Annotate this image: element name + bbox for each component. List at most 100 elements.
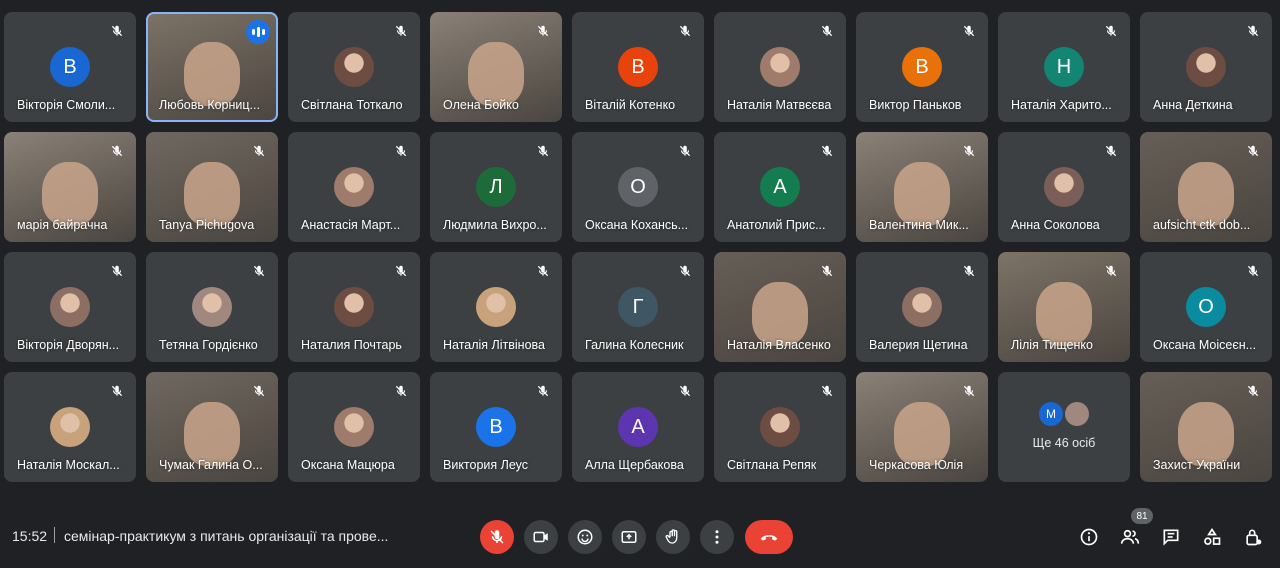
participant-tile[interactable]: Наталія Літвінова bbox=[430, 252, 562, 362]
video-feed bbox=[468, 42, 524, 106]
video-feed bbox=[42, 162, 98, 226]
host-controls-button[interactable] bbox=[1240, 524, 1266, 550]
participant-tile[interactable]: В Вікторія Смоли... bbox=[4, 12, 136, 122]
reactions-button[interactable] bbox=[568, 520, 602, 554]
participant-tile[interactable]: Наталія Москал... bbox=[4, 372, 136, 482]
chat-button[interactable] bbox=[1158, 524, 1184, 550]
participant-tile[interactable]: aufsicht ctk dob... bbox=[1140, 132, 1272, 242]
video-feed bbox=[184, 162, 240, 226]
speaking-indicator-icon bbox=[246, 20, 270, 44]
participant-name: Наталія Літвінова bbox=[443, 338, 545, 352]
participant-name: Наталия Почтарь bbox=[301, 338, 402, 352]
participant-tile[interactable]: Г Галина Колесник bbox=[572, 252, 704, 362]
mic-off-icon bbox=[1102, 22, 1120, 40]
video-feed bbox=[894, 162, 950, 226]
participant-tile[interactable]: Лілія Тищенко bbox=[998, 252, 1130, 362]
participant-tile[interactable]: Чумак Галина О... bbox=[146, 372, 278, 482]
participant-tile[interactable]: Анна Соколова bbox=[998, 132, 1130, 242]
activities-icon bbox=[1204, 527, 1221, 545]
avatar bbox=[760, 47, 800, 87]
mic-off-icon bbox=[392, 262, 410, 280]
participant-name: Наталія Матвєєва bbox=[727, 98, 832, 112]
mic-off-icon bbox=[250, 142, 268, 160]
more-participants: М Ще 46 осіб bbox=[998, 402, 1130, 450]
participant-name: Оксана Кохансь... bbox=[585, 218, 689, 232]
raise-hand-button[interactable] bbox=[656, 520, 690, 554]
mic-off-icon bbox=[490, 530, 504, 544]
participant-tile[interactable]: Валентина Мик... bbox=[856, 132, 988, 242]
participant-tile[interactable]: В Виктор Паньков bbox=[856, 12, 988, 122]
participant-tile[interactable]: А Анатолий Прис... bbox=[714, 132, 846, 242]
avatar: Н bbox=[1044, 47, 1084, 87]
participant-tile[interactable]: Валерия Щетина bbox=[856, 252, 988, 362]
participant-tile[interactable]: Наталія Власенко bbox=[714, 252, 846, 362]
participant-tile[interactable]: Черкасова Юлія bbox=[856, 372, 988, 482]
participant-tile[interactable]: Олена Бойко bbox=[430, 12, 562, 122]
avatar: Г bbox=[618, 287, 658, 327]
mic-off-icon bbox=[818, 262, 836, 280]
participant-tile[interactable]: Наталия Почтарь bbox=[288, 252, 420, 362]
mic-off-icon bbox=[392, 142, 410, 160]
participant-tile[interactable]: Оксана Мацюра bbox=[288, 372, 420, 482]
participant-tile[interactable]: Захист України bbox=[1140, 372, 1272, 482]
mic-toggle-button[interactable] bbox=[480, 520, 514, 554]
avatar: В bbox=[618, 47, 658, 87]
mic-off-icon bbox=[1102, 262, 1120, 280]
video-feed bbox=[1178, 162, 1234, 226]
mic-off-icon bbox=[676, 262, 694, 280]
mic-off-icon bbox=[1244, 22, 1262, 40]
participant-name: Алла Щербакова bbox=[585, 458, 684, 472]
participant-name: Черкасова Юлія bbox=[869, 458, 964, 472]
participant-tile[interactable]: Н Наталія Харито... bbox=[998, 12, 1130, 122]
participant-tile[interactable]: Світлана Репяк bbox=[714, 372, 846, 482]
participant-tile[interactable]: Л Людмила Вихро... bbox=[430, 132, 562, 242]
participant-name: Валентина Мик... bbox=[869, 218, 969, 232]
participant-name: Оксана Моісеєн... bbox=[1153, 338, 1257, 352]
activities-button[interactable] bbox=[1199, 524, 1225, 550]
mic-off-icon bbox=[960, 262, 978, 280]
mic-off-icon bbox=[108, 262, 126, 280]
people-button[interactable] bbox=[1117, 524, 1143, 550]
people-icon bbox=[1120, 529, 1140, 544]
mic-off-icon bbox=[534, 262, 552, 280]
avatar bbox=[902, 287, 942, 327]
participant-name: Виктор Паньков bbox=[869, 98, 962, 112]
participant-tile[interactable]: В Виктория Леус bbox=[430, 372, 562, 482]
participant-tile[interactable]: Любовь Корниц... bbox=[146, 12, 278, 122]
participant-tile[interactable]: Анна Деткина bbox=[1140, 12, 1272, 122]
participant-tile[interactable]: О Оксана Моісеєн... bbox=[1140, 252, 1272, 362]
present-button[interactable] bbox=[612, 520, 646, 554]
camera-toggle-button[interactable] bbox=[524, 520, 558, 554]
participant-tile[interactable]: В Віталій Котенко bbox=[572, 12, 704, 122]
mic-off-icon bbox=[676, 142, 694, 160]
participant-tile[interactable]: О Оксана Кохансь... bbox=[572, 132, 704, 242]
avatar: О bbox=[1186, 287, 1226, 327]
mic-off-icon bbox=[676, 382, 694, 400]
avatar: В bbox=[50, 47, 90, 87]
participant-tile[interactable]: марія байрачна bbox=[4, 132, 136, 242]
mic-off-icon bbox=[818, 142, 836, 160]
participant-tile[interactable]: Tanya Pichugova bbox=[146, 132, 278, 242]
more-participants-tile[interactable]: М Ще 46 осіб bbox=[998, 372, 1130, 482]
avatar bbox=[334, 287, 374, 327]
avatar: В bbox=[476, 407, 516, 447]
participant-tile[interactable]: Вікторія Дворян... bbox=[4, 252, 136, 362]
more-options-button[interactable] bbox=[700, 520, 734, 554]
mic-off-icon bbox=[108, 142, 126, 160]
divider bbox=[54, 527, 55, 543]
participant-tile[interactable]: Тетяна Гордієнко bbox=[146, 252, 278, 362]
mic-off-icon bbox=[392, 382, 410, 400]
leave-call-button[interactable] bbox=[745, 520, 793, 554]
mic-off-icon bbox=[1102, 142, 1120, 160]
participant-name: Світлана Репяк bbox=[727, 458, 817, 472]
mic-off-icon bbox=[1244, 382, 1262, 400]
avatar bbox=[476, 287, 516, 327]
participant-tile[interactable]: Світлана Тоткало bbox=[288, 12, 420, 122]
participant-name: Світлана Тоткало bbox=[301, 98, 403, 112]
raise-hand-icon bbox=[665, 529, 678, 544]
meeting-details-button[interactable] bbox=[1076, 524, 1102, 550]
participant-tile[interactable]: А Алла Щербакова bbox=[572, 372, 704, 482]
clock: 15:52 bbox=[12, 528, 48, 544]
participant-tile[interactable]: Анастасія Март... bbox=[288, 132, 420, 242]
participant-tile[interactable]: Наталія Матвєєва bbox=[714, 12, 846, 122]
